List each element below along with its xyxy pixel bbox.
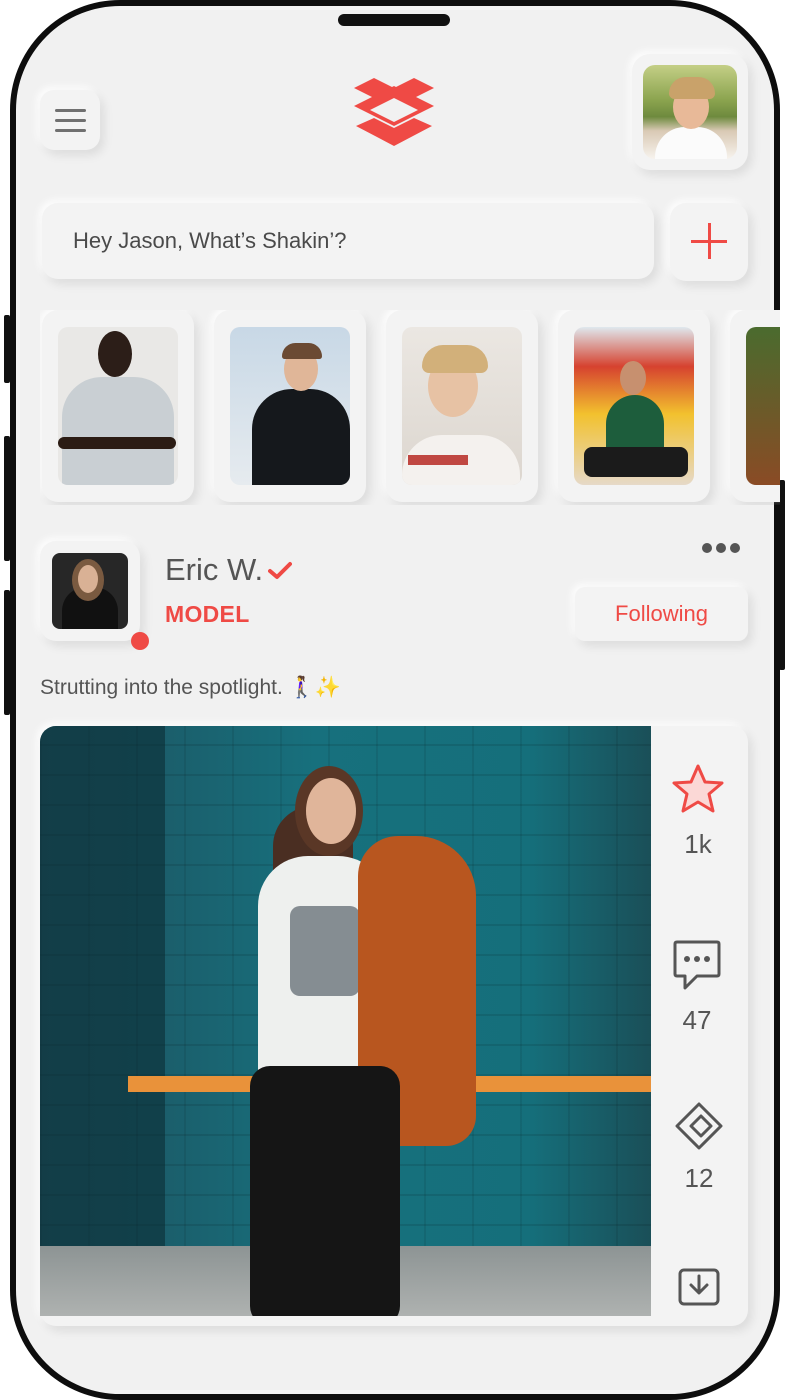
status-input[interactable]: Hey Jason, What’s Shakin’? bbox=[42, 203, 654, 279]
stories-row bbox=[40, 310, 780, 505]
app-logo-icon[interactable] bbox=[354, 78, 434, 160]
post-photo[interactable] bbox=[40, 726, 651, 1316]
more-options-icon[interactable] bbox=[702, 540, 744, 558]
story-image bbox=[574, 327, 694, 485]
comment-action[interactable]: 47 bbox=[662, 938, 732, 1036]
story-card[interactable] bbox=[730, 310, 780, 502]
star-icon bbox=[672, 764, 724, 813]
online-status-dot bbox=[131, 632, 149, 650]
like-count: 1k bbox=[684, 829, 712, 859]
story-card[interactable] bbox=[386, 310, 538, 502]
share-count: 12 bbox=[684, 1163, 714, 1193]
verified-check-icon bbox=[268, 562, 292, 579]
plus-icon-stroke bbox=[708, 223, 711, 259]
phone-notch bbox=[338, 14, 450, 26]
story-card[interactable] bbox=[42, 310, 194, 502]
comment-count: 47 bbox=[682, 1005, 712, 1035]
hamburger-icon-line bbox=[55, 119, 86, 122]
story-image bbox=[230, 327, 350, 485]
story-image bbox=[402, 327, 522, 485]
download-icon bbox=[678, 1268, 720, 1306]
story-image bbox=[58, 327, 178, 485]
status-input-placeholder: Hey Jason, What’s Shakin’? bbox=[73, 228, 347, 253]
like-action[interactable]: 1k bbox=[663, 762, 733, 860]
profile-avatar[interactable] bbox=[632, 54, 748, 170]
post-author-avatar[interactable] bbox=[40, 541, 140, 641]
story-image bbox=[746, 327, 780, 485]
story-card[interactable] bbox=[214, 310, 366, 502]
comment-icon bbox=[673, 940, 721, 990]
share-icon bbox=[675, 1102, 723, 1150]
post-author-name[interactable]: Eric W. bbox=[165, 552, 263, 588]
avatar-image bbox=[643, 65, 737, 159]
menu-button[interactable] bbox=[40, 90, 100, 150]
post-author-role: MODEL bbox=[165, 601, 250, 627]
story-card[interactable] bbox=[558, 310, 710, 502]
following-button[interactable]: Following bbox=[575, 587, 748, 641]
author-image bbox=[52, 553, 128, 629]
share-action[interactable]: 12 bbox=[664, 1100, 734, 1194]
add-post-button[interactable] bbox=[670, 203, 748, 281]
post-caption: Strutting into the spotlight. 🚶‍♀️✨ bbox=[40, 676, 341, 699]
hamburger-icon-line bbox=[55, 129, 86, 132]
save-action[interactable] bbox=[664, 1266, 734, 1311]
hamburger-icon bbox=[55, 109, 86, 112]
app-screen: Hey Jason, What’s Shakin’? Eric W. MODEL… bbox=[0, 0, 789, 1326]
